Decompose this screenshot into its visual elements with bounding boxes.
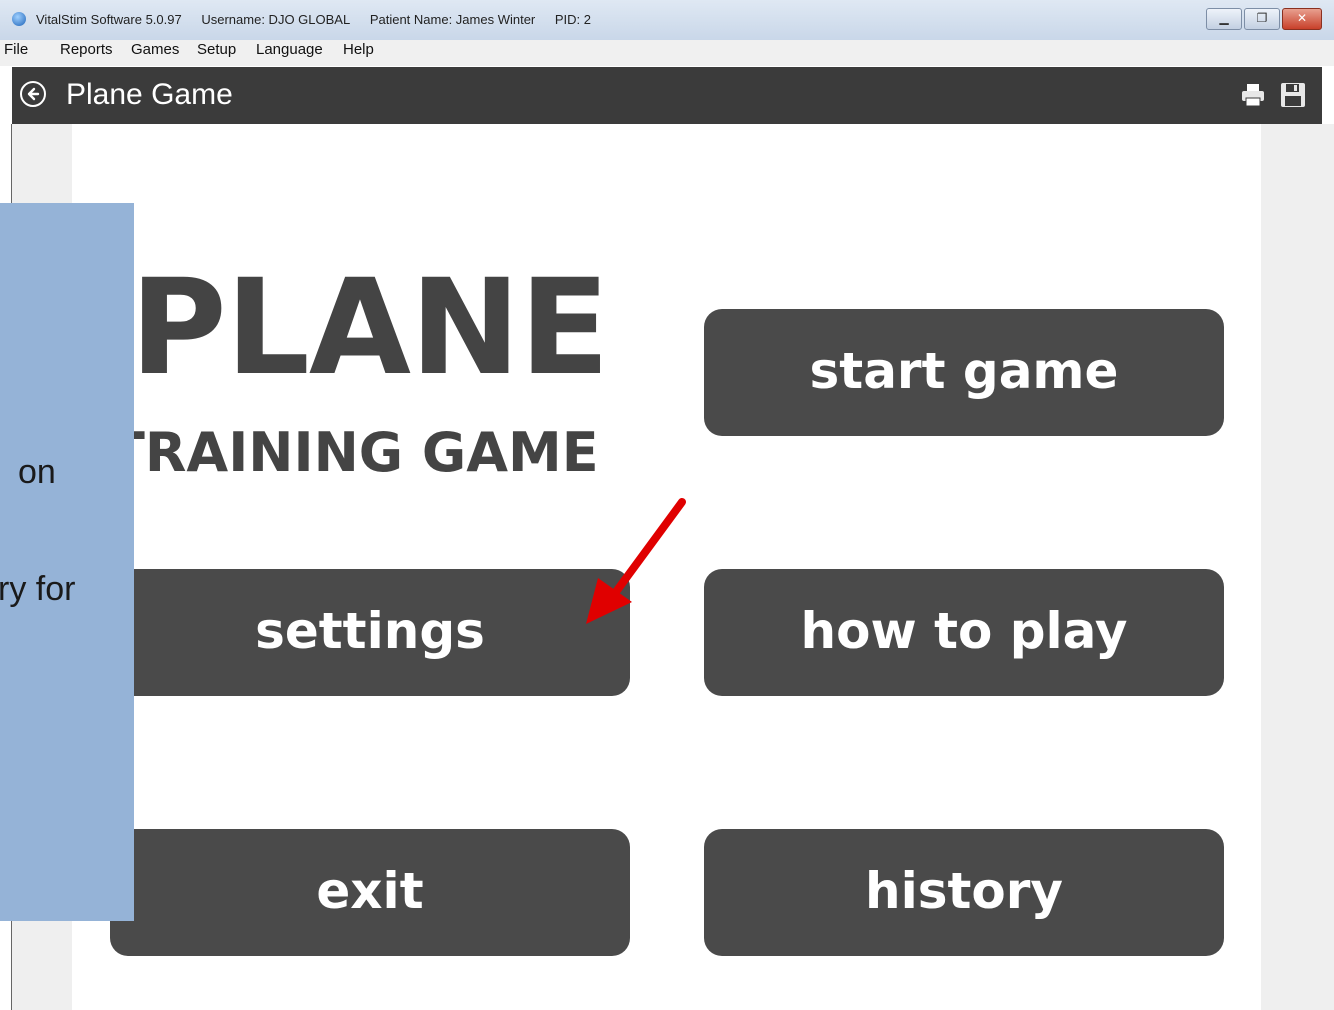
- start-game-button[interactable]: start game: [704, 309, 1224, 436]
- menu-help[interactable]: Help: [341, 41, 376, 58]
- red-arrow-icon: [580, 496, 690, 631]
- restore-button[interactable]: ❐: [1244, 8, 1280, 30]
- menu-bar: File Reports Games Setup Language Help: [0, 40, 1334, 66]
- minimize-icon: ▁: [1219, 11, 1229, 25]
- start-game-label: start game: [809, 341, 1119, 400]
- menu-file[interactable]: File: [2, 41, 30, 58]
- title-info: VitalStim Software 5.0.97 Username: DJO …: [36, 12, 607, 27]
- history-label: history: [865, 861, 1063, 920]
- history-button[interactable]: history: [704, 829, 1224, 956]
- exit-label: exit: [316, 861, 424, 920]
- floppy-disk-icon[interactable]: [1280, 82, 1306, 108]
- menu-games[interactable]: Games: [129, 41, 181, 58]
- callout-text-line-2: ry for: [0, 570, 76, 608]
- username-label: Username: DJO GLOBAL: [201, 12, 351, 27]
- game-subtitle: TRAINING GAME: [108, 421, 599, 484]
- app-logo-icon: [12, 12, 26, 26]
- how-to-play-label: how to play: [800, 601, 1128, 660]
- page-header: Plane Game: [12, 67, 1322, 124]
- close-button[interactable]: ✕: [1282, 8, 1322, 30]
- exit-button[interactable]: exit: [110, 829, 630, 956]
- patient-name-label: Patient Name: James Winter: [369, 12, 536, 27]
- page-title: Plane Game: [66, 78, 233, 111]
- restore-icon: ❐: [1256, 11, 1268, 25]
- app-title: VitalStim Software 5.0.97: [36, 12, 182, 27]
- menu-reports[interactable]: Reports: [58, 41, 115, 58]
- minimize-button[interactable]: ▁: [1206, 8, 1242, 30]
- menu-setup[interactable]: Setup: [195, 41, 238, 58]
- pid-label: PID: 2: [554, 12, 592, 27]
- window-controls: ▁ ❐ ✕: [1206, 8, 1322, 30]
- menu-language[interactable]: Language: [254, 41, 325, 58]
- right-margin: [1261, 124, 1334, 1010]
- printer-icon[interactable]: [1240, 83, 1266, 107]
- game-title: PLANE: [130, 251, 610, 405]
- window-title-bar: VitalStim Software 5.0.97 Username: DJO …: [0, 0, 1334, 40]
- how-to-play-button[interactable]: how to play: [704, 569, 1224, 696]
- callout-text-line-1: on: [18, 453, 56, 491]
- callout-panel: on ry for: [0, 203, 134, 921]
- back-arrow-circle-icon[interactable]: [20, 81, 46, 107]
- settings-label: settings: [255, 601, 485, 660]
- settings-button[interactable]: settings: [110, 569, 630, 696]
- close-icon: ✕: [1296, 11, 1308, 25]
